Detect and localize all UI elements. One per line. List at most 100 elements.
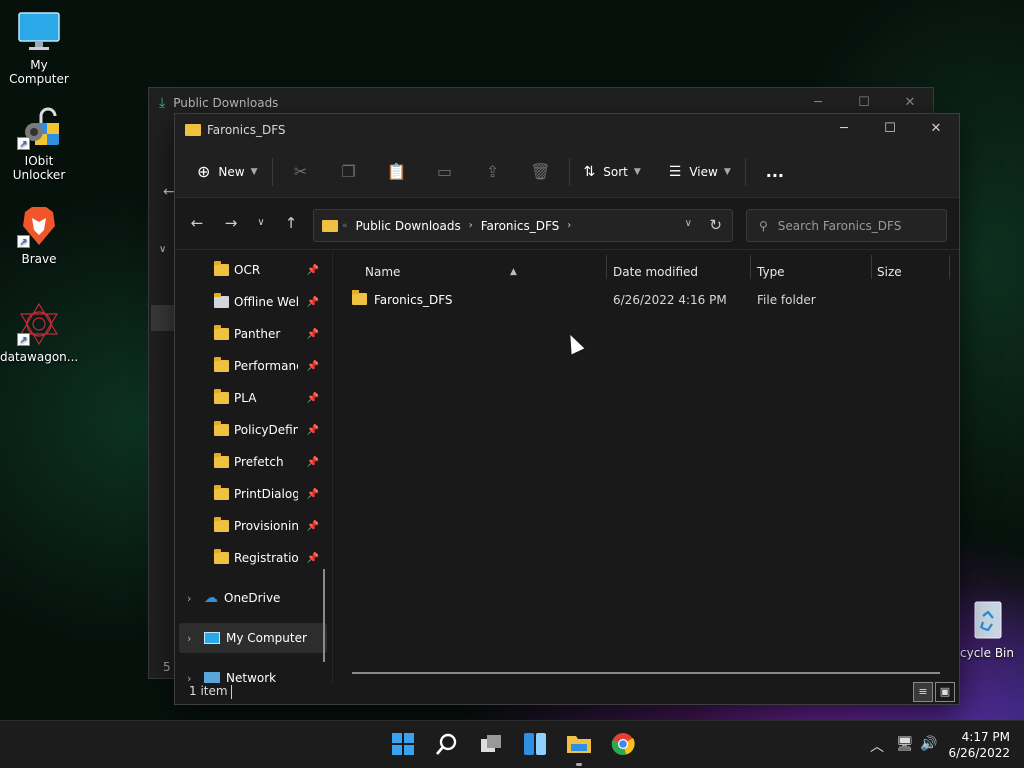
chrome-icon[interactable] bbox=[610, 731, 636, 757]
nav-item-performance[interactable]: Performanc 📌 bbox=[175, 351, 325, 381]
nav-item-registration[interactable]: Registration 📌 bbox=[175, 543, 325, 573]
desktop-icon-datawagon[interactable]: ↗ datawagon... bbox=[0, 302, 78, 364]
folder-icon bbox=[214, 453, 229, 468]
refresh-icon[interactable]: ↻ bbox=[709, 216, 722, 234]
chevron-right-icon[interactable]: › bbox=[187, 632, 191, 645]
window-title: Faronics_DFS bbox=[207, 123, 286, 137]
close-icon[interactable]: ✕ bbox=[913, 114, 959, 144]
nav-item-pla[interactable]: PLA 📌 bbox=[175, 383, 325, 413]
back-arrow-icon[interactable]: ← bbox=[163, 184, 175, 200]
task-view-icon[interactable] bbox=[478, 731, 504, 757]
navigation-pane[interactable]: OCR 📌 Offline Web 📌 Panther 📌 Performanc… bbox=[175, 251, 333, 683]
column-header-size[interactable]: Size bbox=[877, 259, 947, 285]
breadcrumb-faronics-dfs[interactable]: Faronics_DFS bbox=[481, 219, 560, 233]
cut-icon[interactable]: ✂ bbox=[277, 154, 325, 190]
breadcrumb-separator-icon[interactable]: › bbox=[567, 220, 571, 231]
view-list-icon: ☰ bbox=[668, 163, 682, 180]
column-header-date[interactable]: Date modified bbox=[613, 259, 753, 285]
sort-icon: ⇅ bbox=[583, 163, 596, 180]
nav-item-provisioning[interactable]: Provisioning 📌 bbox=[175, 511, 325, 541]
back-arrow-icon[interactable]: ← bbox=[185, 214, 209, 232]
more-options-button[interactable]: ... bbox=[756, 154, 794, 190]
nav-scrollbar[interactable] bbox=[323, 569, 325, 662]
paste-icon[interactable]: 📋 bbox=[373, 154, 421, 190]
column-divider[interactable] bbox=[871, 255, 872, 279]
folder-icon bbox=[322, 219, 338, 232]
nav-item-offline-web[interactable]: Offline Web 📌 bbox=[175, 287, 325, 317]
folder-icon bbox=[352, 290, 367, 305]
rename-icon[interactable]: ▭ bbox=[421, 154, 469, 190]
address-row: ← → ∨ ↑ « Public Downloads › Faronics_DF… bbox=[175, 198, 959, 250]
search-icon[interactable] bbox=[434, 731, 460, 757]
maximize-icon[interactable]: ☐ bbox=[867, 114, 913, 144]
share-icon[interactable]: ⇪ bbox=[469, 154, 517, 190]
desktop-icon-my-computer[interactable]: My Computer bbox=[0, 10, 78, 86]
desktop-icon-iobit-unlocker[interactable]: ↗ IObit Unlocker bbox=[0, 106, 78, 182]
toolbar-divider bbox=[271, 157, 273, 186]
brave-icon: ↗ bbox=[17, 204, 61, 248]
column-divider[interactable] bbox=[606, 255, 607, 279]
nav-item-panther[interactable]: Panther 📌 bbox=[175, 319, 325, 349]
breadcrumb-separator-icon[interactable]: › bbox=[469, 220, 473, 231]
running-indicator bbox=[576, 763, 582, 766]
window-titlebar[interactable]: Faronics_DFS ─ ☐ ✕ bbox=[175, 114, 959, 146]
column-header-name[interactable]: Name ▲ bbox=[365, 259, 605, 285]
nav-item-ocr[interactable]: OCR 📌 bbox=[175, 255, 325, 285]
copy-icon[interactable]: ❐ bbox=[325, 154, 373, 190]
horizontal-scrollbar[interactable] bbox=[352, 672, 940, 674]
shortcut-arrow-icon: ↗ bbox=[17, 235, 30, 248]
desktop-icon-brave[interactable]: ↗ Brave bbox=[0, 204, 78, 266]
nav-item-onedrive[interactable]: › ☁ OneDrive bbox=[175, 583, 325, 613]
view-button[interactable]: ☰ View ▼ bbox=[659, 154, 741, 190]
sort-button-label: Sort bbox=[603, 164, 628, 179]
column-divider[interactable] bbox=[949, 255, 950, 279]
new-button[interactable]: ⊕ New ▼ bbox=[187, 154, 268, 190]
delete-icon[interactable]: 🗑 bbox=[517, 154, 565, 190]
pin-icon: 📌 bbox=[306, 456, 319, 468]
pin-icon: 📌 bbox=[306, 552, 319, 564]
minimize-icon[interactable]: ─ bbox=[821, 114, 867, 144]
search-input[interactable]: ⚲ Search Faronics_DFS bbox=[746, 209, 947, 242]
forward-arrow-icon[interactable]: → bbox=[219, 214, 243, 232]
sort-button[interactable]: ⇅ Sort ▼ bbox=[574, 154, 651, 190]
nav-item-label: PLA bbox=[234, 391, 257, 405]
desktop-icon-label: IObit Unlocker bbox=[12, 154, 66, 182]
overflow-chevron-icon[interactable]: « bbox=[342, 221, 348, 231]
file-explorer-window[interactable]: Faronics_DFS ─ ☐ ✕ ⊕ New ▼ ✂ ❐ 📋 ▭ ⇪ 🗑 ⇅… bbox=[174, 113, 960, 705]
recent-locations-chevron-icon[interactable]: ∨ bbox=[249, 217, 273, 228]
download-icon: ⤓ bbox=[159, 95, 166, 111]
chevron-down-icon[interactable]: ∨ bbox=[159, 244, 166, 255]
widgets-icon[interactable] bbox=[522, 731, 548, 757]
chevron-right-icon[interactable]: › bbox=[187, 592, 191, 605]
offline-web-icon bbox=[214, 293, 229, 308]
item-count: 1 item bbox=[189, 684, 228, 698]
clock[interactable]: 4:17 PM 6/26/2022 bbox=[948, 729, 1010, 761]
volume-icon[interactable]: 🔊 bbox=[920, 736, 937, 752]
column-divider[interactable] bbox=[750, 255, 751, 279]
up-arrow-icon[interactable]: ↑ bbox=[279, 214, 303, 232]
file-explorer-icon[interactable] bbox=[566, 731, 592, 757]
nav-item-prefetch[interactable]: Prefetch 📌 bbox=[175, 447, 325, 477]
nav-item-my-computer[interactable]: › My Computer bbox=[179, 623, 327, 653]
toolbar-divider bbox=[568, 157, 570, 186]
table-row[interactable]: Faronics_DFS 6/26/2022 4:16 PM File fold… bbox=[348, 289, 944, 311]
start-icon[interactable] bbox=[390, 731, 416, 757]
details-view-icon[interactable]: ≡ bbox=[913, 682, 933, 702]
shortcut-arrow-icon: ↗ bbox=[17, 333, 30, 346]
nav-item-printdialog[interactable]: PrintDialog 📌 bbox=[175, 479, 325, 509]
tiles-view-icon[interactable]: ▣ bbox=[935, 682, 955, 702]
new-button-label: New bbox=[218, 164, 245, 179]
file-list[interactable]: Name ▲ Date modified Type Size Faronics_… bbox=[334, 251, 959, 683]
nav-item-policydefinitions[interactable]: PolicyDefini 📌 bbox=[175, 415, 325, 445]
address-dropdown-icon[interactable]: ∨ bbox=[685, 218, 692, 229]
nav-item-label: Prefetch bbox=[234, 455, 284, 469]
network-tray-icon[interactable]: 🖥 bbox=[896, 736, 914, 752]
address-bar[interactable]: « Public Downloads › Faronics_DFS › ∨ ↻ bbox=[313, 209, 733, 242]
breadcrumb-public-downloads[interactable]: Public Downloads bbox=[356, 219, 461, 233]
shortcut-arrow-icon: ↗ bbox=[17, 137, 30, 150]
chevron-up-icon[interactable]: ︿ bbox=[870, 736, 884, 756]
pin-icon: 📌 bbox=[306, 488, 319, 500]
column-header-label: Name bbox=[365, 265, 401, 279]
column-header-type[interactable]: Type bbox=[757, 259, 867, 285]
pin-icon: 📌 bbox=[306, 360, 319, 372]
